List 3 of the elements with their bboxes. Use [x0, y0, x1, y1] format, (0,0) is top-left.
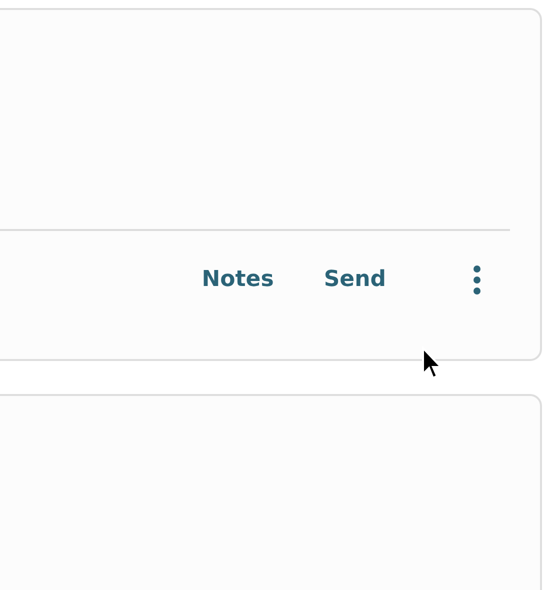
action-button[interactable]: Send	[320, 261, 390, 298]
more-options-icon[interactable]	[472, 264, 482, 296]
action-button[interactable]: Notes	[198, 261, 278, 298]
